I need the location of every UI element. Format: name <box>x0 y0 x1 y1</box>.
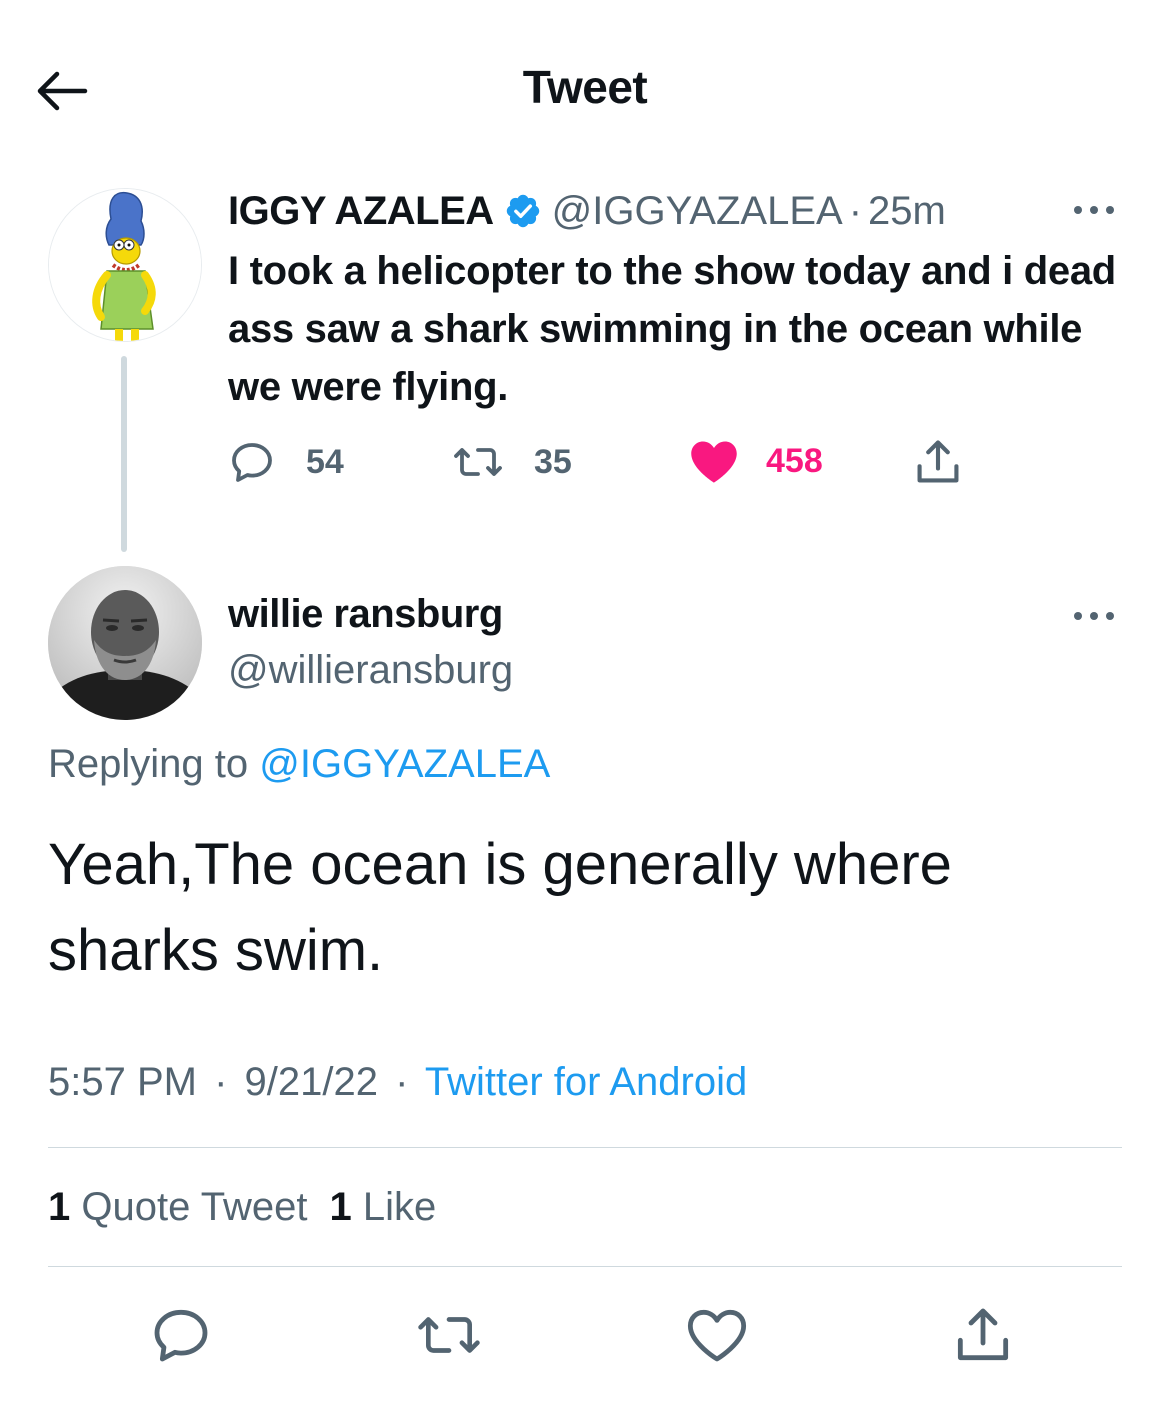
tweet-date[interactable]: 9/21/22 <box>245 1060 378 1104</box>
tweet-timestamp[interactable]: 25m <box>868 189 946 234</box>
quote-tweets-stat[interactable]: 1 Quote Tweet <box>48 1185 307 1229</box>
thread-connector-line <box>121 356 127 552</box>
tweet-text: Yeah,The ocean is generally where sharks… <box>48 832 952 983</box>
quote-label: Quote Tweet <box>81 1185 308 1229</box>
page-title: Tweet <box>522 61 648 113</box>
like-button[interactable]: 458 <box>688 436 823 486</box>
more-options-button[interactable] <box>1066 596 1122 636</box>
heart-outline-icon <box>687 1309 747 1362</box>
like-button[interactable] <box>682 1300 752 1370</box>
divider <box>48 1147 1122 1148</box>
share-button[interactable] <box>948 1300 1018 1370</box>
retweet-button[interactable] <box>414 1300 484 1370</box>
author-handle[interactable]: @willieransburg <box>228 648 513 693</box>
parent-tweet-header: IGGY AZALEA @IGGYAZALEA · 25m <box>228 186 946 236</box>
more-horizontal-icon <box>1074 206 1114 214</box>
retweet-button[interactable]: 35 <box>452 438 572 486</box>
avatar-photo-image <box>48 566 202 720</box>
replying-to-label: Replying to <box>48 742 249 786</box>
reply-count: 54 <box>306 442 344 481</box>
more-horizontal-icon <box>1074 612 1114 620</box>
reply-bubble-icon <box>154 1309 208 1362</box>
author-name[interactable]: willie ransburg <box>228 592 503 637</box>
share-icon <box>917 440 959 483</box>
separator-dot: · <box>848 188 863 233</box>
verified-badge-icon <box>504 192 542 230</box>
separator-dot: · <box>214 1060 228 1104</box>
author-name[interactable]: IGGY AZALEA <box>228 189 494 234</box>
share-icon <box>957 1308 1009 1361</box>
engagement-stats: 1 Quote Tweet 1 Like <box>48 1185 436 1230</box>
like-label: Like <box>362 1185 437 1229</box>
replying-to-mention-link[interactable]: @IGGYAZALEA <box>259 742 550 786</box>
heart-filled-icon <box>691 441 737 483</box>
tweet-source-link[interactable]: Twitter for Android <box>425 1060 747 1104</box>
avatar-cartoon-image <box>49 189 201 341</box>
tweet-text: I took a helicopter to the show today an… <box>228 249 1116 409</box>
divider <box>48 1266 1122 1267</box>
avatar[interactable] <box>48 188 202 342</box>
like-count: 458 <box>766 441 823 480</box>
author-handle[interactable]: @IGGYAZALEA <box>552 189 843 234</box>
tweet-time[interactable]: 5:57 PM <box>48 1060 197 1104</box>
more-options-button[interactable] <box>1066 190 1122 230</box>
retweet-count: 35 <box>534 442 572 481</box>
retweet-icon <box>418 1317 480 1353</box>
likes-stat[interactable]: 1 Like <box>329 1185 436 1229</box>
replying-to-line: Replying to @IGGYAZALEA <box>48 742 550 787</box>
avatar[interactable] <box>48 566 202 720</box>
reply-button[interactable] <box>146 1300 216 1370</box>
tweet-metadata: 5:57 PM · 9/21/22 · Twitter for Android <box>48 1060 747 1105</box>
retweet-icon <box>454 448 502 476</box>
quote-count: 1 <box>48 1185 71 1229</box>
share-button[interactable] <box>912 436 964 488</box>
reply-button[interactable]: 54 <box>228 438 344 486</box>
like-count: 1 <box>329 1185 352 1229</box>
separator-dot: · <box>395 1060 409 1104</box>
reply-bubble-icon <box>232 443 272 482</box>
